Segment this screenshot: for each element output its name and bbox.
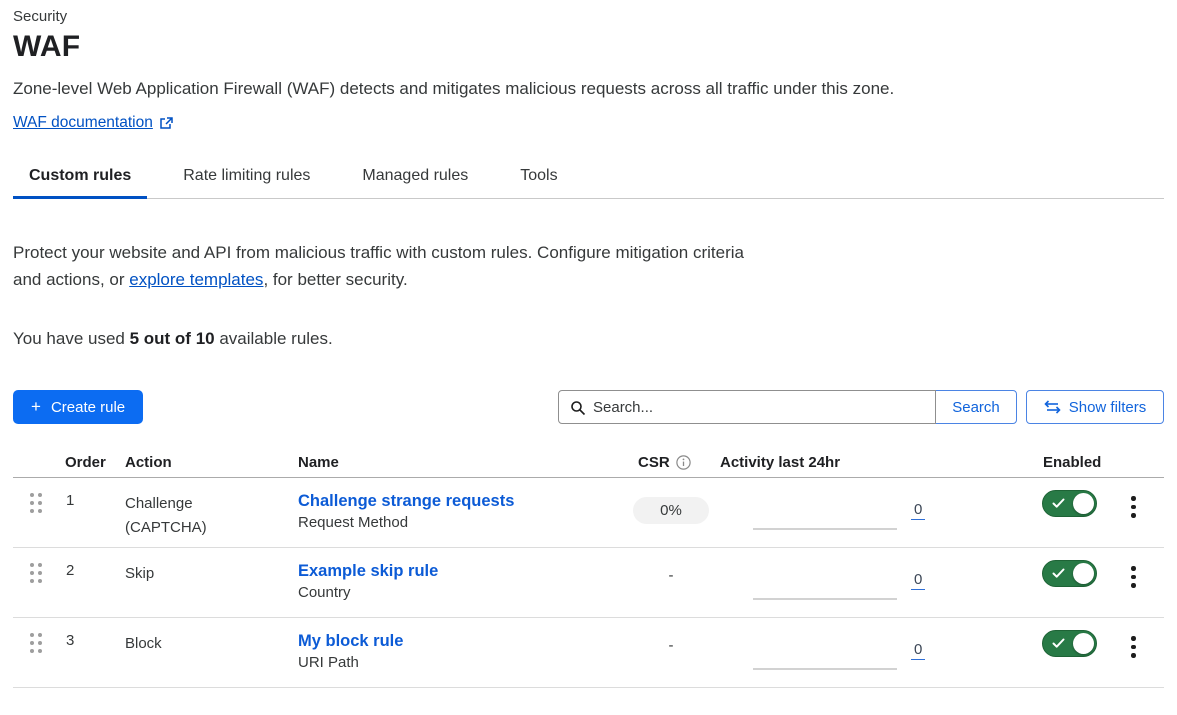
rule-action: Challenge (CAPTCHA): [116, 478, 288, 547]
enabled-cell: [998, 618, 1110, 687]
create-rule-button[interactable]: + Create rule: [13, 390, 143, 424]
rules-table: Order Action Name CSR Activity last 24hr…: [13, 448, 1164, 688]
kebab-menu-button[interactable]: [1128, 633, 1139, 661]
enabled-toggle[interactable]: [1042, 560, 1097, 587]
rule-order: 1: [56, 478, 116, 547]
enabled-toggle[interactable]: [1042, 630, 1097, 657]
activity-count-link[interactable]: 0: [911, 571, 925, 590]
checkmark-icon: [1052, 638, 1065, 649]
rule-action-line1: Challenge: [125, 492, 288, 516]
checkmark-icon: [1052, 568, 1065, 579]
usage-count: 5 out of 10: [130, 329, 215, 348]
kebab-cell: [1110, 478, 1164, 547]
kebab-cell: [1110, 548, 1164, 617]
csr-value: -: [633, 637, 709, 654]
activity-sparkline: [753, 668, 897, 670]
table-row: 3 Block My block rule URI Path - 0: [13, 618, 1164, 688]
tab-managed-rules[interactable]: Managed rules: [346, 157, 484, 199]
rule-action: Block: [116, 618, 288, 687]
rule-name-cell: My block rule URI Path: [288, 618, 628, 687]
rule-order: 3: [56, 618, 116, 687]
tab-bar: Custom rules Rate limiting rules Managed…: [13, 157, 1164, 199]
enabled-toggle[interactable]: [1042, 490, 1097, 517]
rule-action: Skip: [116, 548, 288, 617]
rule-name-link[interactable]: Example skip rule: [298, 562, 438, 581]
show-filters-button[interactable]: Show filters: [1026, 390, 1164, 424]
header-name: Name: [288, 454, 628, 471]
toggle-knob: [1073, 633, 1094, 654]
header-activity: Activity last 24hr: [712, 454, 998, 471]
intro-text: Protect your website and API from malici…: [13, 239, 758, 293]
rule-name-cell: Challenge strange requests Request Metho…: [288, 478, 628, 547]
create-rule-label: Create rule: [51, 399, 125, 416]
search-input[interactable]: [559, 391, 935, 423]
drag-handle-icon[interactable]: [30, 563, 42, 583]
drag-handle-icon[interactable]: [30, 633, 42, 653]
rule-action-line1: Block: [125, 632, 288, 656]
checkmark-icon: [1052, 498, 1065, 509]
toolbar: + Create rule Search Show filters: [13, 390, 1164, 424]
info-icon[interactable]: [676, 455, 691, 470]
breadcrumb: Security: [13, 8, 1164, 25]
explore-templates-link[interactable]: explore templates: [129, 270, 263, 289]
rule-name-link[interactable]: My block rule: [298, 632, 403, 651]
search-box: [558, 390, 936, 424]
rule-field: URI Path: [298, 654, 628, 671]
rule-order: 2: [56, 548, 116, 617]
kebab-cell: [1110, 618, 1164, 687]
activity-sparkline: [753, 598, 897, 600]
activity-cell: 0: [712, 548, 998, 617]
enabled-cell: [998, 478, 1110, 547]
header-action: Action: [116, 454, 288, 471]
plus-icon: +: [31, 397, 41, 417]
csr-cell: -: [628, 618, 712, 687]
header-enabled: Enabled: [998, 454, 1110, 471]
rule-action-line2: (CAPTCHA): [125, 516, 288, 540]
tab-rate-limiting-rules[interactable]: Rate limiting rules: [167, 157, 326, 199]
table-row: 2 Skip Example skip rule Country - 0: [13, 548, 1164, 618]
external-link-icon: [159, 116, 173, 130]
table-header: Order Action Name CSR Activity last 24hr…: [13, 448, 1164, 478]
rule-name-cell: Example skip rule Country: [288, 548, 628, 617]
rule-field: Country: [298, 584, 628, 601]
csr-value: -: [633, 567, 709, 584]
waf-page: Security WAF Zone-level Web Application …: [0, 8, 1177, 688]
intro-text-after: , for better security.: [263, 270, 407, 289]
header-order: Order: [56, 454, 116, 471]
header-csr-label: CSR: [638, 454, 670, 471]
tab-tools[interactable]: Tools: [504, 157, 573, 199]
csr-cell: 0%: [628, 478, 712, 547]
kebab-menu-button[interactable]: [1128, 493, 1139, 521]
show-filters-label: Show filters: [1069, 399, 1147, 416]
tab-custom-rules[interactable]: Custom rules: [13, 157, 147, 199]
page-title: WAF: [13, 30, 1164, 64]
rule-name-link[interactable]: Challenge strange requests: [298, 492, 514, 511]
activity-count-link[interactable]: 0: [911, 641, 925, 660]
swap-arrows-icon: [1044, 400, 1061, 414]
kebab-menu-button[interactable]: [1128, 563, 1139, 591]
csr-value: 0%: [633, 497, 709, 524]
table-row: 1 Challenge (CAPTCHA) Challenge strange …: [13, 478, 1164, 548]
usage-before: You have used: [13, 329, 130, 348]
rule-field: Request Method: [298, 514, 628, 531]
table-body: 1 Challenge (CAPTCHA) Challenge strange …: [13, 478, 1164, 688]
usage-summary: You have used 5 out of 10 available rule…: [13, 329, 1164, 349]
toggle-knob: [1073, 493, 1094, 514]
enabled-cell: [998, 548, 1110, 617]
waf-documentation-link[interactable]: WAF documentation: [13, 114, 153, 132]
csr-cell: -: [628, 548, 712, 617]
rule-action-line1: Skip: [125, 562, 288, 586]
search-button[interactable]: Search: [935, 390, 1017, 424]
drag-handle-icon[interactable]: [30, 493, 42, 513]
toggle-knob: [1073, 563, 1094, 584]
activity-cell: 0: [712, 618, 998, 687]
page-description: Zone-level Web Application Firewall (WAF…: [13, 79, 1164, 99]
activity-sparkline: [753, 528, 897, 530]
activity-cell: 0: [712, 478, 998, 547]
activity-count-link[interactable]: 0: [911, 501, 925, 520]
usage-after: available rules.: [215, 329, 333, 348]
header-csr: CSR: [628, 454, 712, 471]
search-icon: [570, 400, 586, 416]
search-group: Search Show filters: [558, 390, 1164, 424]
